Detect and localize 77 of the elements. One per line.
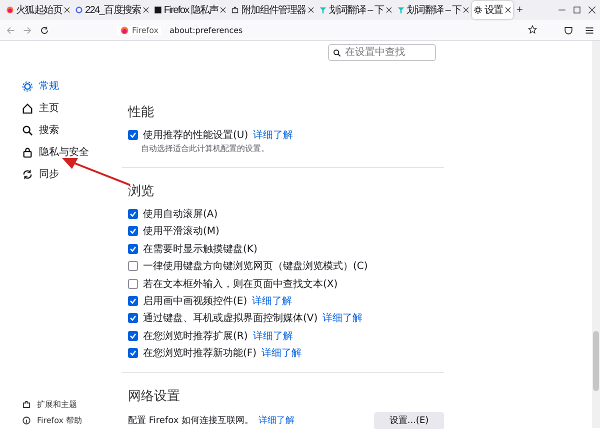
close-icon[interactable] (64, 7, 70, 13)
checkbox-label[interactable]: 使用自动滚屏(A) (143, 207, 218, 222)
browser-tab[interactable]: 火狐起始页 (4, 1, 72, 19)
section-heading: 浏览 (128, 184, 154, 200)
close-icon[interactable] (504, 7, 511, 13)
pocket-icon[interactable] (564, 26, 573, 34)
checkbox-label[interactable]: 若在文本框外输入，则在页面中查找文本(X) (143, 276, 338, 291)
puzzle-icon (22, 400, 31, 408)
reload-icon[interactable] (40, 26, 49, 34)
close-icon[interactable] (308, 7, 314, 13)
new-tab-button[interactable]: + (514, 4, 526, 16)
checkbox-label[interactable]: 在您浏览时推荐扩展(R) (143, 328, 248, 343)
home-icon (22, 102, 33, 114)
close-icon[interactable] (220, 7, 226, 13)
checkbox[interactable] (128, 244, 138, 254)
learn-more-link[interactable]: 详细了解 (322, 311, 363, 326)
square-logo-icon (154, 6, 162, 14)
checkbox-label[interactable]: 使用推荐的性能设置(U) (143, 128, 248, 142)
browser-tab[interactable]: 附加组件管理器 (229, 1, 316, 19)
site-identity[interactable]: Firefox (117, 26, 162, 34)
checkbox[interactable] (128, 348, 138, 358)
browser-tab[interactable]: 设置 (472, 1, 513, 19)
checkbox[interactable] (128, 226, 138, 236)
search-icon (22, 124, 33, 136)
checkbox-label[interactable]: 在您浏览时推荐新功能(F) (143, 346, 257, 360)
learn-more-link[interactable]: 详细了解 (253, 128, 294, 142)
close-icon[interactable] (142, 7, 149, 13)
sidebar-item[interactable]: 常规 (22, 75, 112, 97)
checkbox[interactable] (128, 130, 138, 140)
scrollbar[interactable] (592, 41, 600, 428)
checkbox-label[interactable]: 在需要时显示触摸键盘(K) (143, 242, 258, 256)
browser-tab[interactable]: 划词翻译 – 下 (394, 1, 472, 19)
checkbox[interactable] (128, 313, 138, 324)
sidebar-link[interactable]: 扩展和主题 (37, 398, 77, 410)
checkbox[interactable] (128, 330, 138, 341)
sync-icon (22, 168, 33, 180)
section-heading: 性能 (128, 105, 154, 120)
puzzle-icon (231, 6, 240, 14)
search-icon (333, 49, 341, 57)
sidebar-item[interactable]: 同步 (22, 163, 112, 185)
close-icon[interactable] (588, 6, 596, 14)
close-icon[interactable] (463, 7, 470, 13)
description-text: 配置 Firefox 如何连接互联网。 (128, 414, 254, 428)
learn-more-link[interactable]: 详细了解 (252, 294, 292, 308)
fox-logo-icon (120, 26, 129, 34)
sidebar-item[interactable]: 主页 (22, 97, 112, 119)
url-text[interactable]: about:preferences (169, 26, 243, 34)
section-heading: 网络设置 (128, 388, 180, 404)
star-icon[interactable] (528, 24, 537, 34)
learn-more-link[interactable]: 详细了解 (258, 414, 295, 428)
browser-tab[interactable]: 224_百度搜索 (73, 1, 151, 19)
checkbox[interactable] (128, 296, 138, 306)
checkbox-label[interactable]: 一律使用键盘方向键浏览网页（键盘浏览模式）(C) (143, 259, 368, 274)
settings-button[interactable]: 设置...(E) (374, 412, 444, 429)
learn-more-link[interactable]: 详细了解 (262, 346, 302, 360)
checkbox[interactable] (128, 261, 138, 272)
menu-icon[interactable] (585, 26, 594, 34)
search-field[interactable]: 在设置中查找 (328, 44, 436, 61)
sidebar-link[interactable]: Firefox 帮助 (37, 414, 82, 426)
settings-icon (22, 80, 33, 92)
checkbox-label[interactable]: 启用画中画视频控件(E) (143, 294, 248, 308)
description-text: 自动选择适合此计算机配置的设置。 (140, 143, 270, 156)
close-icon[interactable] (386, 7, 392, 13)
checkbox-label[interactable]: 使用平滑滚动(M) (143, 224, 220, 238)
help-icon (22, 416, 31, 424)
sidebar-item[interactable]: 隐私与安全 (22, 141, 112, 163)
checkbox[interactable] (128, 209, 138, 220)
checkbox-label[interactable]: 通过键盘、耳机或虚拟界面控制媒体(V) (143, 311, 318, 326)
maximize-icon[interactable] (573, 6, 581, 14)
sidebar-item[interactable]: 搜索 (22, 119, 112, 141)
fox-logo-icon (6, 6, 14, 14)
lock-icon (22, 146, 33, 158)
learn-more-link[interactable]: 详细了解 (252, 328, 293, 343)
settings-icon (474, 6, 482, 14)
browser-tab[interactable]: Firefox 隐私声 (152, 1, 228, 19)
checkbox[interactable] (128, 278, 138, 289)
browser-tab[interactable]: 划词翻译 – 下 (316, 1, 394, 19)
